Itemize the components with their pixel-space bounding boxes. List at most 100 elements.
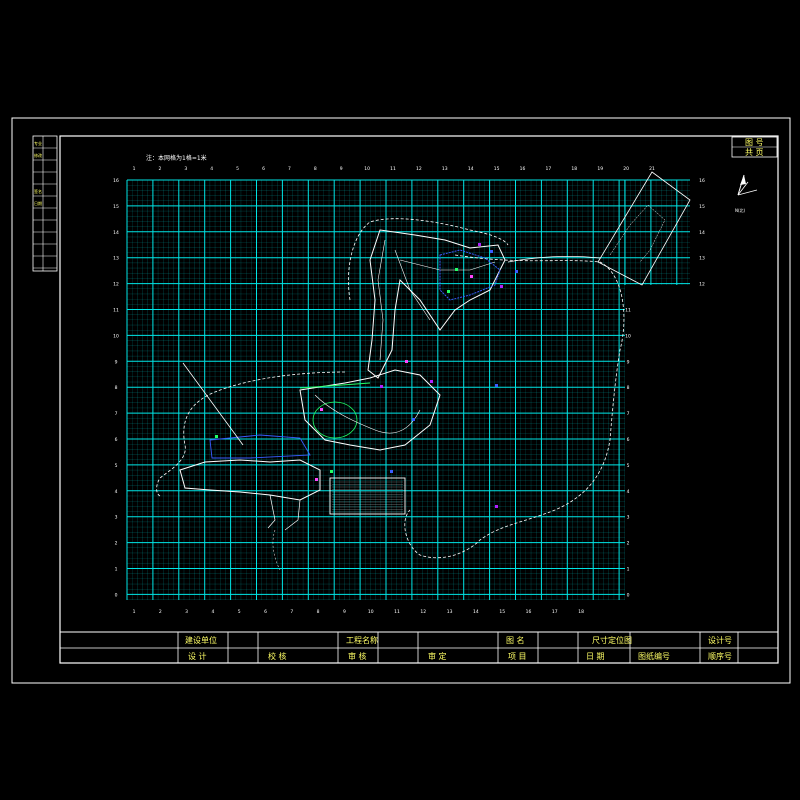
grid-right-label: 15: [699, 204, 705, 210]
grid-top-label: 14: [468, 166, 474, 172]
grid-bottom-label: 15: [499, 609, 505, 615]
grid-top-label: 7: [288, 166, 291, 172]
courtyard-path: [314, 394, 421, 434]
grid-top-label: 10: [364, 166, 370, 172]
grid-bottom-label: 8: [317, 609, 320, 615]
title-block: 建设单位 工程名称 图 名 尺寸定位图 设计号 设 计 校 核 审 核 审 定 …: [59, 631, 779, 664]
grid-bottom-label: 9: [343, 609, 346, 615]
grid-left-label: 13: [113, 256, 119, 262]
serial-no-label: 顺序号: [708, 651, 732, 661]
grid-right-label: 8: [627, 385, 630, 391]
grid-right-label: 16: [699, 178, 705, 184]
grid-right-label: 0: [627, 592, 630, 598]
grid-bottom-label: 17: [552, 609, 558, 615]
pond: [312, 401, 358, 439]
southwest-path: [272, 529, 281, 571]
grid-top-label: 2: [158, 166, 161, 172]
grid-right-label: 5: [627, 463, 630, 469]
project-head-label: 项 目: [508, 652, 527, 661]
grid-labels: 1 2 3 4 5 6 7 8 9 10 11 12 13 14 15 16 17 18 19 20 211 2 3 4 5 6 7…: [113, 166, 705, 615]
accent-mark: [478, 243, 481, 246]
grid-top-label: 13: [442, 166, 448, 172]
grid-right-label: 13: [699, 256, 705, 262]
grid-top-label: 15: [494, 166, 500, 172]
grid-bottom-label: 14: [473, 609, 479, 615]
grid-left-label: 10: [113, 333, 119, 339]
grid-top-label: 18: [571, 166, 577, 172]
grid-right-label: 9: [627, 359, 630, 365]
accent-mark: [455, 268, 458, 271]
grid-left-label: 14: [113, 230, 119, 236]
grid-left-label: 6: [115, 437, 118, 443]
build-unit-label: 建设单位: [185, 635, 217, 645]
grid-left-label: 5: [115, 463, 118, 469]
accent-mark: [315, 478, 318, 481]
grid-bottom-label: 5: [238, 609, 241, 615]
grid-top-label: 5: [236, 166, 239, 172]
grid-right-label: 1: [627, 567, 630, 573]
accent-mark: [320, 408, 323, 411]
project-name-label: 工程名称: [346, 635, 378, 645]
north-label: N(北): [735, 207, 746, 213]
accent-mark: [515, 270, 518, 273]
corner-box: 图 号 共 页: [731, 136, 778, 158]
accent-marks: [215, 243, 518, 508]
accent-mark: [330, 470, 333, 473]
grid-top-label: 16: [520, 166, 526, 172]
grid-bottom-label: 12: [420, 609, 426, 615]
side-row-label: 专业: [34, 140, 42, 146]
accent-mark: [495, 505, 498, 508]
southwest-road: [267, 494, 301, 531]
grid-right-label: 4: [627, 489, 630, 495]
side-revision-table: 专业修改签名日期: [32, 135, 58, 272]
grid-bottom-label: 4: [211, 609, 214, 615]
grid-bottom-label: 3: [185, 609, 188, 615]
design-no-label: 设计号: [708, 635, 732, 645]
side-row-label: 修改: [34, 152, 42, 158]
accent-mark: [430, 380, 433, 383]
grid-top-label: 11: [390, 166, 396, 172]
grid-right-label: 12: [699, 282, 705, 288]
grid-left-label: 2: [115, 541, 118, 547]
drawing-name-value: 尺寸定位图: [592, 635, 632, 645]
grid-top-label: 21: [649, 166, 655, 172]
grid-top-label: 3: [184, 166, 187, 172]
check-label: 校 核: [268, 651, 287, 661]
grid-right-label: 2: [627, 541, 630, 547]
review-label: 审 核: [348, 651, 367, 661]
side-row-label: 签名: [34, 188, 42, 194]
grid-left-label: 11: [113, 308, 119, 314]
grid-left-label: 7: [115, 411, 118, 417]
north-arrow-icon: N(北): [735, 174, 758, 213]
grid-bottom-label: 11: [394, 609, 400, 615]
grid-left-label: 15: [113, 204, 119, 210]
grid-bottom-label: 16: [526, 609, 532, 615]
grid-left-label: 3: [115, 515, 118, 521]
grid-right-label: 10: [625, 333, 631, 339]
drawing-note: 注：本网格为1格=1米: [146, 154, 207, 162]
grid-bottom-label: 18: [578, 609, 584, 615]
accent-mark: [412, 418, 415, 421]
grid-top-label: 17: [546, 166, 552, 172]
grid-bottom-label: 10: [368, 609, 374, 615]
accent-mark: [390, 470, 393, 473]
grid-left-label: 16: [113, 178, 119, 184]
accent-mark: [380, 385, 383, 388]
grid-left-label: 12: [113, 282, 119, 288]
grid-right-label: 11: [625, 308, 631, 314]
coordinate-grid: [126, 179, 690, 600]
grid-bottom-label: 13: [447, 609, 453, 615]
grid-bottom-label: 7: [290, 609, 293, 615]
cad-drawing-sheet: 专业修改签名日期 图 号 共 页 1 2 3 4 5 6 7 8 9 10 11 12 13 14 15 16…: [11, 117, 791, 684]
side-row-label: 日期: [34, 200, 42, 206]
grid-top-label: 4: [210, 166, 213, 172]
ne-plot-detail: [609, 204, 666, 263]
grid-left-label: 9: [115, 359, 118, 365]
corner-row2: 共 页: [745, 148, 764, 157]
grid-left-label: 4: [115, 489, 118, 495]
boundary-west: [156, 371, 346, 497]
west-diagonal: [182, 362, 244, 446]
accent-mark: [215, 435, 218, 438]
grid-right-label: 14: [699, 230, 705, 236]
accent-mark: [500, 285, 503, 288]
